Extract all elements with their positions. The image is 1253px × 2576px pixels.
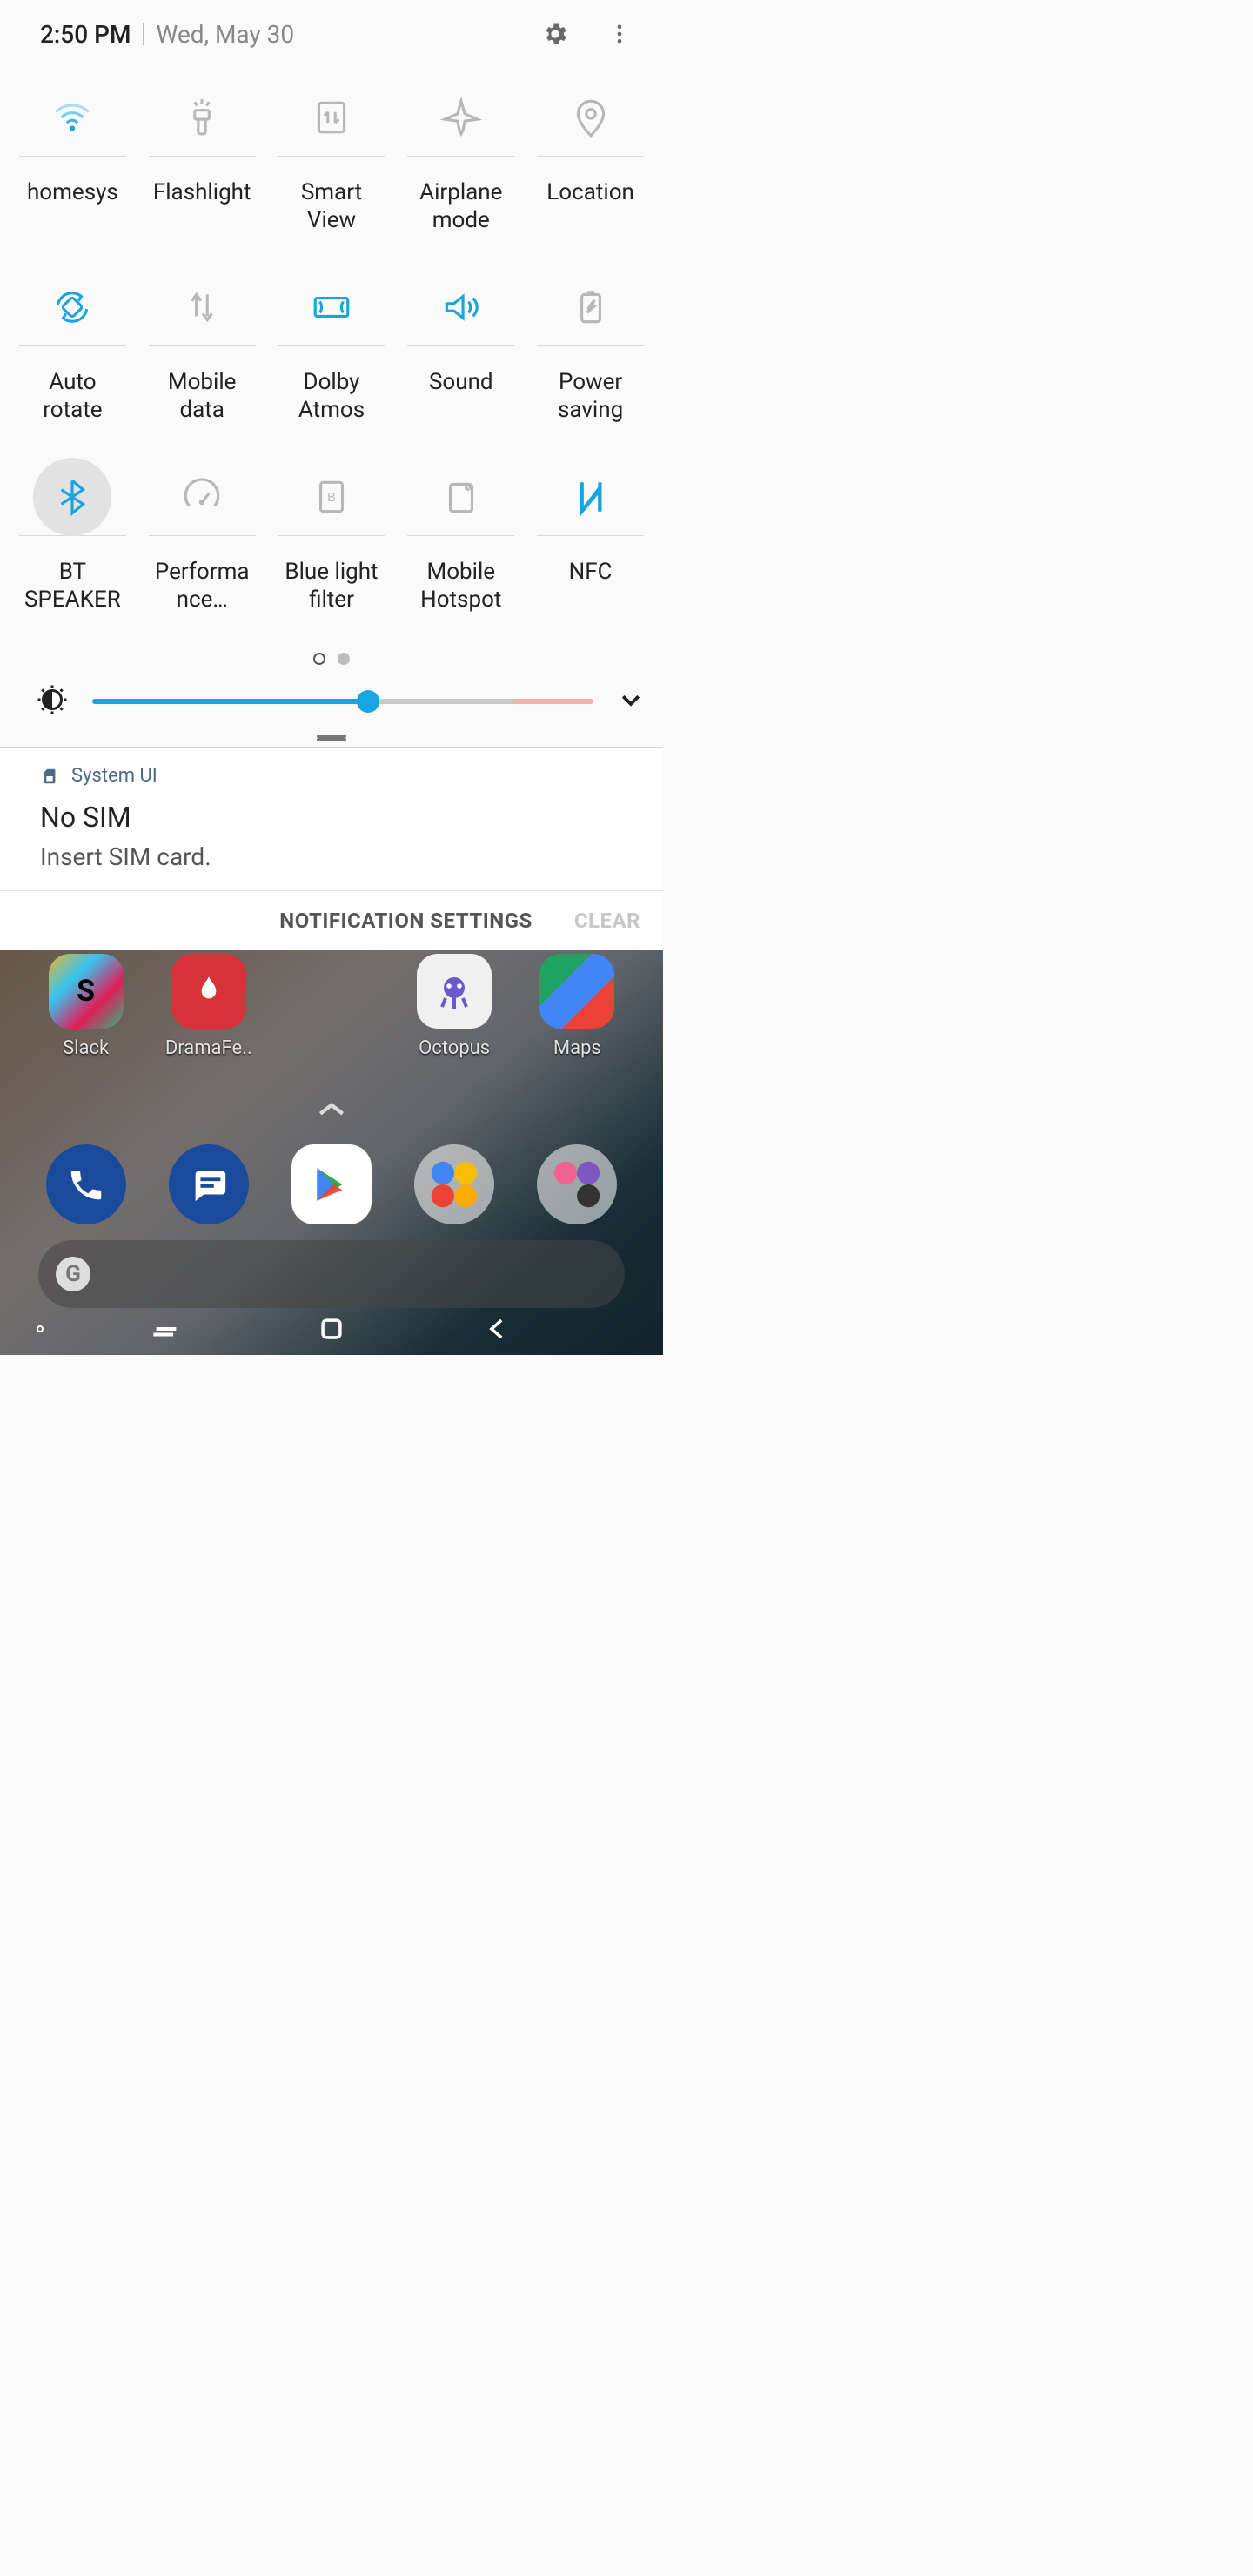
qs-tile-hotspot[interactable]: Mobile Hotspot (407, 458, 514, 647)
bluelight-icon[interactable]: B (278, 458, 385, 536)
airplane-icon[interactable] (407, 78, 514, 157)
smartview-icon[interactable] (278, 78, 385, 157)
settings-gear-icon[interactable] (531, 10, 580, 58)
expand-brightness-icon[interactable] (618, 687, 644, 716)
app-drawer-handle-icon[interactable] (317, 1100, 346, 1121)
qs-tile-label: Sound (427, 369, 495, 397)
location-icon[interactable] (537, 78, 644, 157)
dolby-icon[interactable] (278, 268, 385, 346)
qs-tile-nfc[interactable]: NFC (537, 458, 644, 647)
wifi-icon[interactable] (19, 78, 126, 157)
svg-text:B: B (327, 491, 336, 505)
qs-tile-bluelight[interactable]: B Blue light filter (278, 458, 385, 647)
home-screen-background: S Slack DramaFe.. Octopus Maps G (0, 950, 663, 1355)
brightness-slider[interactable] (92, 699, 593, 704)
app-icon (539, 954, 614, 1029)
home-app-slack[interactable]: S Slack (30, 954, 143, 1059)
qs-tile-sound[interactable]: Sound (407, 268, 514, 458)
notification-app-name: System UI (71, 765, 157, 787)
sim-card-icon (40, 767, 59, 786)
home-app-octopus[interactable]: Octopus (398, 954, 511, 1059)
nav-recents-button[interactable] (123, 1318, 210, 1340)
app-icon (171, 954, 246, 1029)
qs-tile-label: BT SPEAKER (19, 559, 126, 614)
qs-tile-label: Mobile Hotspot (407, 559, 514, 614)
qs-tile-airplane[interactable]: Airplane mode (407, 78, 514, 268)
qs-tile-perf[interactable]: Performance… (149, 458, 256, 647)
quick-settings-grid: homesys Flashlight Smart View Airplane mode… (0, 68, 663, 647)
qs-tile-autorotate[interactable]: Auto rotate (19, 268, 126, 458)
dock-messages-icon[interactable] (169, 1144, 249, 1224)
qs-tile-dolby[interactable]: Dolby Atmos (278, 268, 385, 458)
page-dot-2[interactable] (338, 653, 350, 665)
qs-tile-mobiledata[interactable]: Mobile data (149, 268, 256, 458)
app-label: Slack (63, 1037, 109, 1059)
nfc-icon[interactable] (537, 458, 644, 536)
dock-phone-icon[interactable] (46, 1144, 126, 1224)
nav-assistant-dot[interactable] (37, 1325, 44, 1332)
page-dot-1[interactable] (313, 653, 325, 665)
sound-icon[interactable] (407, 268, 514, 346)
nav-back-button[interactable] (454, 1314, 541, 1344)
qs-tile-label: NFC (567, 559, 614, 587)
dock-folder-1[interactable] (414, 1144, 494, 1224)
nav-home-button[interactable] (288, 1314, 375, 1344)
qs-tile-label: Blue light filter (278, 559, 385, 614)
overflow-menu-icon[interactable] (595, 10, 644, 58)
notification-title: No SIM (40, 801, 642, 834)
clock-time: 2:50 PM (40, 20, 131, 49)
home-app-dramafe[interactable]: DramaFe.. (152, 954, 265, 1059)
mobiledata-icon[interactable] (149, 268, 256, 346)
home-app-maps[interactable]: Maps (520, 954, 633, 1059)
qs-tile-label: Location (545, 179, 636, 207)
home-app-empty (275, 954, 388, 1059)
qs-tile-location[interactable]: Location (537, 78, 644, 268)
qs-tile-label: Airplane mode (407, 179, 514, 234)
google-g-icon: G (56, 1257, 90, 1291)
qs-tile-label: Smart View (278, 179, 385, 234)
qs-tile-bluetooth[interactable]: BT SPEAKER (19, 458, 126, 647)
qs-tile-flashlight[interactable]: Flashlight (149, 78, 256, 268)
notification-card[interactable]: System UI No SIM Insert SIM card. (0, 747, 663, 890)
clock-date: Wed, May 30 (156, 20, 294, 49)
qs-tile-powersave[interactable]: Power saving (537, 268, 644, 458)
quick-settings-header: 2:50 PM Wed, May 30 (0, 0, 663, 68)
page-indicator[interactable] (0, 653, 663, 665)
qs-tile-label: Power saving (537, 369, 644, 424)
notification-app-row: System UI (40, 765, 642, 787)
google-search-bar[interactable]: G (38, 1240, 625, 1308)
app-label: DramaFe.. (165, 1037, 252, 1059)
dock-play-store-icon[interactable] (291, 1144, 372, 1224)
clear-notifications-button[interactable]: CLEAR (574, 909, 640, 933)
dock-folder-2[interactable] (537, 1144, 617, 1224)
powersave-icon[interactable] (537, 268, 644, 346)
dock-row (0, 1144, 663, 1224)
qs-tile-label: Dolby Atmos (278, 369, 385, 424)
app-icon (417, 954, 492, 1029)
shade-drag-handle[interactable] (0, 729, 663, 747)
notification-body: Insert SIM card. (40, 842, 642, 871)
qs-tile-label: Performance… (149, 559, 256, 614)
app-label: Octopus (419, 1037, 490, 1059)
qs-tile-smartview[interactable]: Smart View (278, 78, 385, 268)
notification-settings-button[interactable]: NOTIFICATION SETTINGS (279, 909, 533, 933)
hotspot-icon[interactable] (407, 458, 514, 536)
navigation-bar (0, 1303, 663, 1355)
bluetooth-icon[interactable] (19, 458, 126, 536)
notification-footer: NOTIFICATION SETTINGS CLEAR (0, 890, 663, 950)
qs-tile-label: Flashlight (151, 179, 253, 207)
brightness-icon (37, 684, 68, 719)
autorotate-icon[interactable] (19, 268, 126, 346)
header-separator (143, 23, 144, 45)
perf-icon[interactable] (149, 458, 256, 536)
qs-tile-label: Auto rotate (19, 369, 126, 424)
home-app-row: S Slack DramaFe.. Octopus Maps (0, 954, 663, 1059)
brightness-row (0, 674, 663, 729)
qs-tile-wifi[interactable]: homesys (19, 78, 126, 268)
app-icon: S (49, 954, 124, 1029)
app-label: Maps (553, 1037, 601, 1059)
flashlight-icon[interactable] (149, 78, 256, 157)
qs-tile-label: homesys (25, 179, 120, 207)
qs-tile-label: Mobile data (149, 369, 256, 424)
